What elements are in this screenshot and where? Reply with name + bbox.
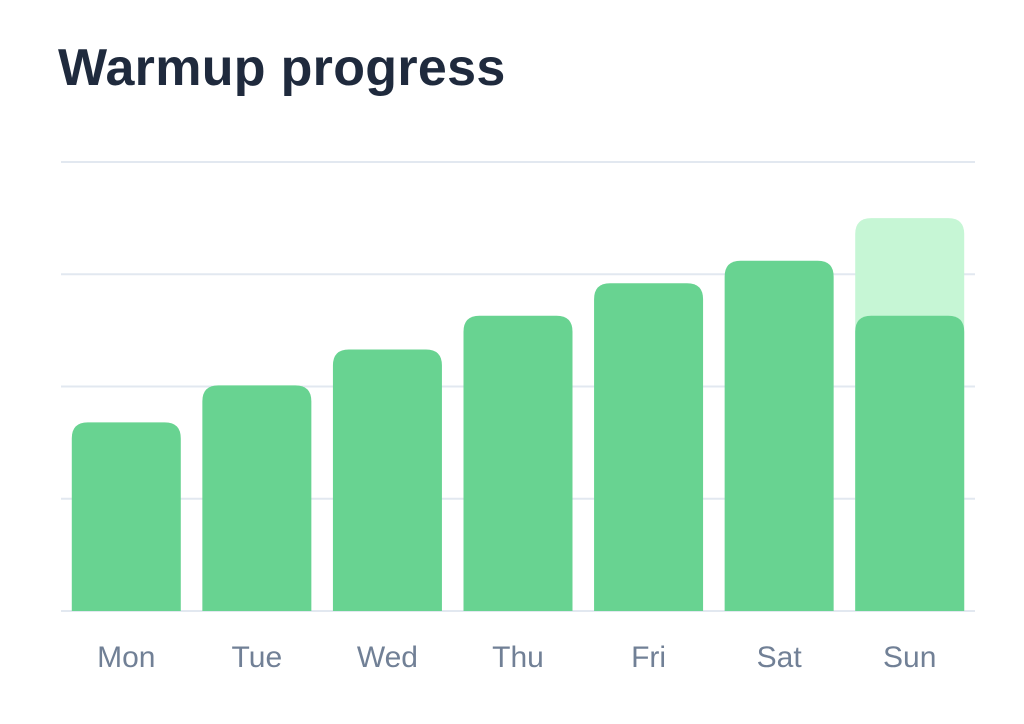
x-tick-label: Thu xyxy=(492,641,544,674)
bar-wed xyxy=(332,349,442,611)
x-tick-label: Tue xyxy=(232,641,283,674)
x-tick-label: Sun xyxy=(883,641,936,674)
x-tick-label: Mon xyxy=(97,641,155,674)
bar-chart: Mon Tue Wed Thu Fri Sat Sun xyxy=(61,161,975,674)
bar-thu xyxy=(463,315,573,611)
x-tick-label: Sat xyxy=(757,641,803,674)
x-tick-label: Fri xyxy=(631,641,666,674)
bar-tue xyxy=(202,385,312,611)
bar-fri xyxy=(594,283,704,611)
bar-mon xyxy=(71,422,181,611)
bar-sun xyxy=(855,315,965,611)
bar-sat xyxy=(724,260,834,611)
x-tick-label: Wed xyxy=(357,641,418,674)
